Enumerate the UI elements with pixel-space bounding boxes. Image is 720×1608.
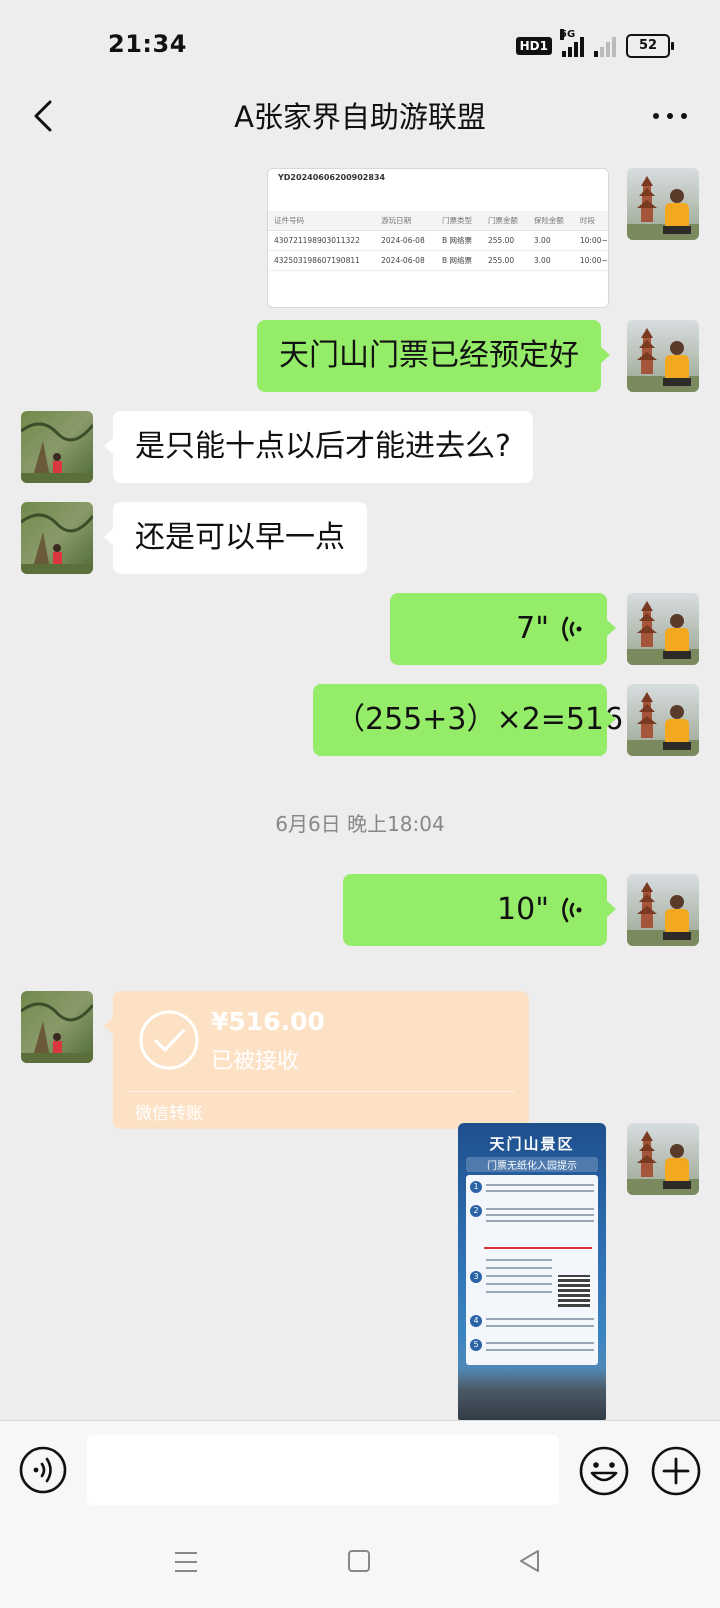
status-bar: 21:34 HD1 5G 52 — [0, 0, 720, 90]
contact-avatar[interactable] — [21, 502, 93, 574]
my-avatar[interactable] — [627, 684, 699, 756]
table-row: 430721198903011322 2024-06-08 B 网络票 255.… — [268, 230, 608, 251]
voice-wave-icon — [562, 897, 582, 923]
input-bar — [0, 1420, 720, 1521]
poster-subtitle: 门票无纸化入园提示 — [466, 1157, 598, 1172]
emoji-icon[interactable] — [578, 1445, 630, 1497]
chat-title: A张家界自助游联盟 — [234, 100, 486, 134]
status-icons: HD1 5G 52 — [515, 29, 674, 58]
voice-wave-icon — [562, 616, 582, 642]
back-triangle-icon[interactable] — [516, 1546, 544, 1576]
divider — [127, 1091, 515, 1092]
table-row: 432503198607190811 2024-06-08 B 网络票 255.… — [268, 250, 608, 271]
my-avatar[interactable] — [627, 320, 699, 392]
col-header: 门票类型 — [435, 211, 482, 231]
menu-icon[interactable] — [172, 1548, 200, 1576]
my-avatar[interactable] — [627, 1123, 699, 1195]
col-header: 时段 — [573, 211, 608, 231]
message-bubble-sent[interactable]: 天门山门票已经预定好 — [257, 320, 610, 392]
message-bubble-received[interactable]: 还是可以早一点 — [104, 502, 367, 574]
my-avatar[interactable] — [627, 168, 699, 240]
ticket-table: 证件号码 游玩日期 门票类型 门票金额 保险金额 时段 430721198903… — [268, 211, 608, 271]
col-header: 游玩日期 — [375, 211, 436, 231]
voice-duration: 7" — [516, 611, 549, 646]
message-input[interactable] — [87, 1435, 559, 1505]
qr-code-icon — [558, 1275, 590, 1307]
signal-5g-icon: 5G — [560, 29, 584, 57]
more-dots-icon[interactable] — [650, 96, 690, 136]
transfer-brand: 微信转账 — [135, 1104, 203, 1124]
signal-secondary-icon — [594, 35, 616, 57]
contact-avatar[interactable] — [21, 411, 93, 483]
voice-toggle-icon[interactable] — [18, 1445, 68, 1495]
transfer-status: 已被接收 — [211, 1049, 300, 1074]
col-header: 保险金额 — [527, 211, 574, 231]
order-number: YD20240606200902834 — [278, 173, 386, 182]
clock: 21:34 — [108, 30, 187, 58]
chat-header: A张家界自助游联盟 — [0, 78, 720, 158]
hd-badge: HD1 — [515, 37, 552, 55]
voice-duration: 10" — [497, 892, 549, 927]
home-square-icon[interactable] — [345, 1546, 373, 1576]
poster-image[interactable]: 天门山景区 门票无纸化入园提示 1 2 3 4 5 — [458, 1123, 606, 1420]
plus-icon[interactable] — [650, 1445, 702, 1497]
voice-message-sent[interactable]: 7" — [390, 593, 616, 665]
my-avatar[interactable] — [627, 593, 699, 665]
voice-message-sent[interactable]: 10" — [343, 874, 616, 946]
contact-avatar[interactable] — [21, 991, 93, 1063]
ticket-screenshot-image[interactable]: YD20240606200902834 证件号码 游玩日期 门票类型 门票金额 … — [267, 168, 609, 308]
poster-content: 1 2 3 4 5 — [466, 1175, 598, 1365]
col-header: 证件号码 — [268, 211, 376, 231]
message-list[interactable]: YD20240606200902834 证件号码 游玩日期 门票类型 门票金额 … — [0, 158, 720, 1420]
poster-title: 天门山景区 — [489, 1135, 575, 1153]
system-nav-bar — [0, 1520, 720, 1608]
col-header: 门票金额 — [481, 211, 528, 231]
message-bubble-received[interactable]: 是只能十点以后才能进去么? — [104, 411, 533, 483]
mountain-graphic — [458, 1368, 606, 1420]
transfer-amount: ¥516.00 — [211, 1007, 325, 1036]
my-avatar[interactable] — [627, 874, 699, 946]
battery-icon: 52 — [626, 34, 674, 58]
timestamp: 6月6日 晚上18:04 — [275, 812, 445, 836]
message-bubble-sent[interactable]: （255+3）×2=516 — [313, 684, 623, 756]
transfer-card[interactable]: ¥516.00 已被接收 微信转账 — [104, 991, 529, 1129]
check-circle-icon — [139, 1010, 199, 1070]
